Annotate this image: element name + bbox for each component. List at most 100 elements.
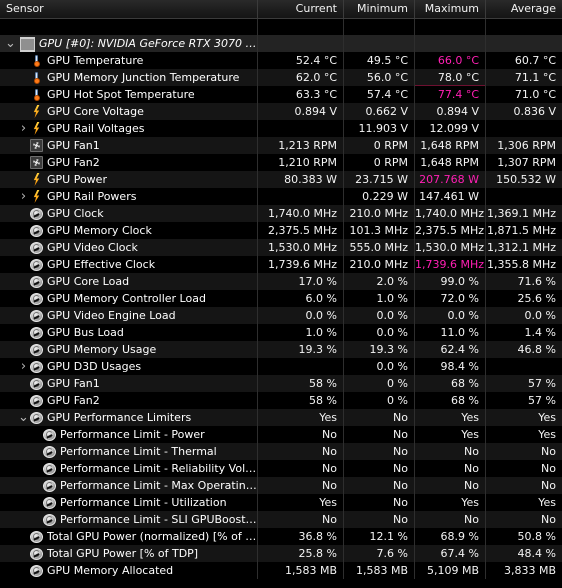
sensor-name-cell[interactable]: Performance Limit - Utilization: [0, 494, 257, 511]
sensor-name-label: GPU Core Load: [47, 275, 130, 288]
sensor-name-cell[interactable]: Total GPU Power [% of TDP]: [0, 545, 257, 562]
sensor-name-cell[interactable]: ⌄ GPU Performance Limiters: [0, 409, 257, 426]
table-row[interactable]: GPU Clock 1,740.0 MHz 210.0 MHz 1,740.0 MHz…: [0, 205, 562, 222]
table-row[interactable]: Total GPU Power [% of TDP] 25.8 % 7.6 % 67.…: [0, 545, 562, 562]
sensor-name-cell[interactable]: Performance Limit - Thermal: [0, 443, 257, 460]
table-row[interactable]: › GPU Rail Voltages 11.903 V 12.099 V: [0, 120, 562, 137]
table-row[interactable]: GPU Memory Controller Load 6.0 % 1.0 % 72.0…: [0, 290, 562, 307]
gauge-icon: [30, 411, 43, 424]
current-value-cell: No: [257, 460, 343, 477]
sensor-name-cell[interactable]: Performance Limit - Max Operating Volt…: [0, 477, 257, 494]
sensor-name-label: Performance Limit - Reliability Voltage: [60, 462, 257, 475]
table-row[interactable]: › GPU D3D Usages 0.0 % 98.4 %: [0, 358, 562, 375]
table-row[interactable]: GPU Temperature 52.4 °C 49.5 °C 66.0 °C 60.7…: [0, 52, 562, 69]
sensor-name-cell[interactable]: GPU Temperature: [0, 52, 257, 69]
average-value-cell: [485, 188, 562, 205]
sensor-name-cell[interactable]: GPU Memory Clock: [0, 222, 257, 239]
table-row[interactable]: GPU Fan2 1,210 RPM 0 RPM 1,648 RPM 1,307 RPM: [0, 154, 562, 171]
sensor-name-cell[interactable]: GPU Effective Clock: [0, 256, 257, 273]
column-header-sensor[interactable]: Sensor: [0, 0, 257, 18]
current-value-cell: 62.0 °C: [257, 69, 343, 86]
sensor-name-cell[interactable]: GPU Core Voltage: [0, 103, 257, 120]
sensor-name-cell[interactable]: GPU Fan1: [0, 137, 257, 154]
table-row[interactable]: GPU Fan1 1,213 RPM 0 RPM 1,648 RPM 1,306 RPM: [0, 137, 562, 154]
average-value-cell: 1,307 RPM: [485, 154, 562, 171]
sensor-name-cell[interactable]: GPU Bus Load: [0, 324, 257, 341]
table-row[interactable]: GPU Video Clock 1,530.0 MHz 555.0 MHz 1,530…: [0, 239, 562, 256]
table-row[interactable]: Performance Limit - Reliability Voltage N…: [0, 460, 562, 477]
table-row[interactable]: GPU Core Voltage 0.894 V 0.662 V 0.894 V 0.8…: [0, 103, 562, 120]
sensor-name-cell[interactable]: GPU Fan2: [0, 154, 257, 171]
chevron-right-icon[interactable]: ›: [17, 358, 30, 375]
maximum-value-cell: 77.4 °C: [414, 86, 485, 103]
sensor-name-cell[interactable]: Performance Limit - Power: [0, 426, 257, 443]
table-row[interactable]: GPU Memory Clock 2,375.5 MHz 101.3 MHz 2,37…: [0, 222, 562, 239]
minimum-value-cell: 56.0 °C: [343, 69, 414, 86]
sensor-name-label: GPU Rail Powers: [47, 190, 137, 203]
sensor-name-cell[interactable]: Performance Limit - SLI GPUBoost Sync: [0, 511, 257, 528]
sensor-name-cell[interactable]: GPU Video Clock: [0, 239, 257, 256]
table-row[interactable]: Total GPU Power (normalized) [% of TDP] 3…: [0, 528, 562, 545]
maximum-value-cell: Yes: [414, 426, 485, 443]
sensor-name-cell[interactable]: GPU Power: [0, 171, 257, 188]
chevron-down-icon[interactable]: ⌄: [17, 411, 30, 424]
table-row[interactable]: GPU Video Engine Load 0.0 % 0.0 % 0.0 % 0.0 …: [0, 307, 562, 324]
bolt-icon: [30, 173, 43, 186]
table-row[interactable]: GPU Bus Load 1.0 % 0.0 % 11.0 % 1.4 %: [0, 324, 562, 341]
table-row[interactable]: GPU Memory Usage 19.3 % 19.3 % 62.4 % 46.8 %: [0, 341, 562, 358]
maximum-value-cell: 78.0 °C: [414, 69, 485, 86]
chevron-down-icon[interactable]: ⌄: [4, 37, 17, 50]
column-header-minimum[interactable]: Minimum: [343, 0, 414, 18]
gauge-icon: [43, 479, 56, 492]
current-value-cell: No: [257, 511, 343, 528]
column-header-maximum[interactable]: Maximum: [414, 0, 485, 18]
sensor-name-cell[interactable]: ⌄ GPU [#0]: NVIDIA GeForce RTX 3070 Ti:: [0, 35, 257, 52]
sensor-name-cell[interactable]: › GPU Rail Voltages: [0, 120, 257, 137]
table-row[interactable]: GPU Hot Spot Temperature 63.3 °C 57.4 °C 77…: [0, 86, 562, 103]
sensor-name-cell[interactable]: Total GPU Power (normalized) [% of TDP]: [0, 528, 257, 545]
minimum-value-cell: 2.0 %: [343, 273, 414, 290]
sensor-name-cell[interactable]: GPU Memory Allocated: [0, 562, 257, 579]
sensor-name-cell[interactable]: › GPU Rail Powers: [0, 188, 257, 205]
table-row[interactable]: › GPU Rail Powers 0.229 W 147.461 W: [0, 188, 562, 205]
minimum-value-cell: 0 %: [343, 375, 414, 392]
chevron-right-icon[interactable]: ›: [17, 120, 30, 137]
sensor-name-cell[interactable]: GPU Fan2: [0, 392, 257, 409]
table-row[interactable]: Performance Limit - Utilization Yes No Yes Y…: [0, 494, 562, 511]
table-row[interactable]: GPU Effective Clock 1,739.6 MHz 210.0 MHz 1…: [0, 256, 562, 273]
table-row[interactable]: GPU Fan1 58 % 0 % 68 % 57 %: [0, 375, 562, 392]
minimum-value-cell: 101.3 MHz: [343, 222, 414, 239]
sensor-name-cell[interactable]: GPU Memory Junction Temperature: [0, 69, 257, 86]
sensor-name-cell[interactable]: GPU Fan1: [0, 375, 257, 392]
chevron-right-icon[interactable]: ›: [17, 188, 30, 205]
column-header-average[interactable]: Average: [485, 0, 562, 18]
sensor-name-cell[interactable]: › GPU D3D Usages: [0, 358, 257, 375]
sensor-name-cell[interactable]: Performance Limit - Reliability Voltage: [0, 460, 257, 477]
table-row[interactable]: Performance Limit - Max Operating Volt…N…: [0, 477, 562, 494]
sensor-name-cell[interactable]: GPU Core Load: [0, 273, 257, 290]
gauge-icon: [30, 377, 43, 390]
sensor-name-cell[interactable]: GPU Memory Controller Load: [0, 290, 257, 307]
table-row[interactable]: Performance Limit - SLI GPUBoost Sync No N…: [0, 511, 562, 528]
table-row[interactable]: ⌄ GPU [#0]: NVIDIA GeForce RTX 3070 Ti:: [0, 35, 562, 52]
sensor-tree-table[interactable]: Sensor Current Minimum Maximum Average ⌄…: [0, 0, 562, 579]
table-row[interactable]: Performance Limit - Power No No Yes Yes: [0, 426, 562, 443]
sensor-name-cell[interactable]: GPU Clock: [0, 205, 257, 222]
sensor-name-label: Performance Limit - Thermal: [60, 445, 217, 458]
sensor-name-cell[interactable]: GPU Video Engine Load: [0, 307, 257, 324]
table-header-row: Sensor Current Minimum Maximum Average: [0, 0, 562, 19]
table-row[interactable]: GPU Core Load 17.0 % 2.0 % 99.0 % 71.6 %: [0, 273, 562, 290]
column-header-current[interactable]: Current: [257, 0, 343, 18]
table-row[interactable]: GPU Power 80.383 W 23.715 W 207.768 W 150.53…: [0, 171, 562, 188]
sensor-name-label: Performance Limit - Utilization: [60, 496, 227, 509]
average-value-cell: Yes: [485, 426, 562, 443]
sensor-name-cell[interactable]: GPU Hot Spot Temperature: [0, 86, 257, 103]
table-row[interactable]: ⌄ GPU Performance Limiters Yes No Yes Yes: [0, 409, 562, 426]
average-value-cell: 1,312.1 MHz: [485, 239, 562, 256]
table-row[interactable]: GPU Memory Allocated 1,583 MB 1,583 MB 5,10…: [0, 562, 562, 579]
maximum-value-cell: 207.768 W: [414, 171, 485, 188]
table-row[interactable]: GPU Fan2 58 % 0 % 68 % 57 %: [0, 392, 562, 409]
sensor-name-cell[interactable]: GPU Memory Usage: [0, 341, 257, 358]
table-row[interactable]: GPU Memory Junction Temperature 62.0 °C 56…: [0, 69, 562, 86]
table-row[interactable]: Performance Limit - Thermal No No No No: [0, 443, 562, 460]
